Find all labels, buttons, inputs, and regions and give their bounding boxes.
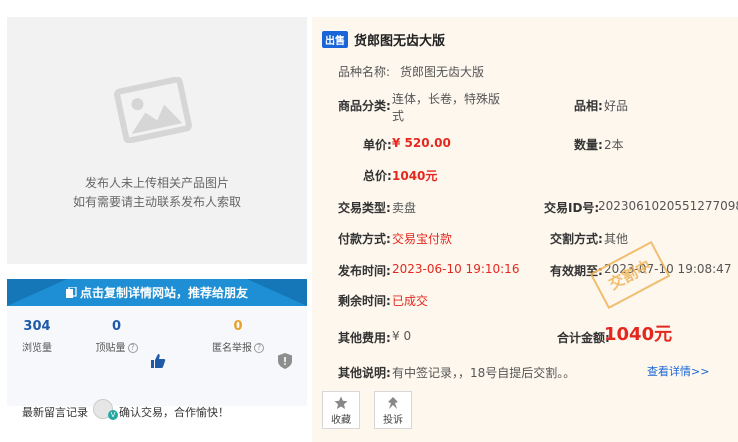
category-value-continued: 式 — [392, 109, 405, 123]
delivery-label: 交割方式: — [550, 232, 603, 246]
verified-badge-icon: V — [108, 410, 118, 420]
contact-seller-text: 如有需要请主动联系发布人索取 — [72, 195, 241, 209]
payment-value: 交易宝付款 — [392, 232, 453, 246]
likes-label: 顶贴量 — [95, 343, 126, 354]
left-panel: 发布人未上传相关产品图片 如有需要请主动联系发布人索取 点击复制详情网站，推荐给… — [7, 17, 307, 420]
reports-stat: 0 匿名举报? — [210, 319, 266, 354]
quality-value: 好品 — [604, 99, 629, 113]
delivering-stamp: 交割中 — [589, 240, 671, 310]
note-label: 其他说明: — [338, 366, 391, 380]
total-value: 1040元 — [392, 169, 438, 183]
sum-label: 合计金额: — [557, 331, 610, 345]
reports-label: 匿名举报 — [212, 343, 252, 354]
quantity-value: 2本 — [604, 138, 624, 152]
payment-label: 付款方式: — [338, 232, 391, 246]
listing-title: 货郎图无齿大版 — [354, 34, 446, 49]
remaining-time-value: 已成交 — [392, 294, 429, 308]
reports-count: 0 — [233, 319, 243, 334]
help-icon[interactable]: ? — [127, 343, 138, 353]
thumbs-up-icon[interactable] — [150, 353, 166, 369]
complain-label: 投诉 — [383, 415, 403, 426]
likes-stat: 0 顶贴量? — [94, 319, 139, 354]
likes-count: 0 — [111, 319, 122, 334]
total-label: 总价: — [363, 169, 392, 183]
no-photo-text: 发布人未上传相关产品图片 — [84, 176, 229, 190]
variety-value: 货郎图无齿大版 — [400, 65, 485, 79]
sale-tag: 出售 — [322, 31, 348, 48]
view-details-link[interactable]: 查看详情>> — [647, 363, 709, 379]
category-value: 连体，长卷，特殊版 — [392, 92, 501, 106]
favorite-label: 收藏 — [331, 415, 351, 426]
other-fee-value: ¥ 0 — [392, 329, 412, 343]
quantity-label: 数量: — [574, 138, 603, 152]
complain-button[interactable]: 投诉 — [374, 391, 412, 429]
note-value: 有中签记录，，18号自提后交割。。 — [392, 366, 576, 380]
shield-icon[interactable] — [278, 353, 292, 369]
quality-label: 品相: — [574, 99, 603, 113]
trade-id-value: 2023061020551277098 — [598, 199, 738, 213]
remaining-time-label: 剩余时间: — [338, 294, 391, 308]
star-icon — [334, 396, 348, 409]
category-label: 商品分类: — [338, 99, 391, 113]
unit-price-label: 单价: — [363, 138, 392, 152]
latest-message-text: 确认交易，合作愉快！ — [119, 406, 229, 419]
trade-type-label: 交易类型: — [338, 201, 391, 215]
publish-time-label: 发布时间: — [338, 264, 391, 278]
delivery-value: 其他 — [604, 232, 629, 246]
copy-icon — [65, 287, 77, 298]
views-count: 304 — [23, 319, 51, 334]
views-stat: 304 浏览量 — [21, 319, 53, 354]
listing-title-row: 出售 货郎图无齿大版 — [322, 30, 445, 49]
listing-details-panel: 出售 货郎图无齿大版 品种名称: 货郎图无齿大版 商品分类: 连体，长卷，特殊版… — [312, 17, 738, 442]
unit-price-value: ¥ 520.00 — [392, 136, 451, 150]
views-label: 浏览量 — [22, 343, 52, 354]
trade-type-value: 卖盘 — [392, 201, 417, 215]
sum-value: 1040元 — [604, 324, 673, 345]
publish-time-value: 2023-06-10 19:10:16 — [392, 262, 520, 276]
share-label: 点击复制详情网站，推荐给朋友 — [79, 286, 248, 300]
variety-label: 品种名称: — [338, 65, 391, 79]
help-icon[interactable]: ? — [254, 343, 264, 353]
other-fee-label: 其他费用: — [338, 331, 391, 345]
favorite-button[interactable]: 收藏 — [322, 391, 360, 429]
complain-icon — [388, 397, 398, 409]
image-placeholder-icon — [114, 77, 192, 143]
product-photo-placeholder: 发布人未上传相关产品图片 如有需要请主动联系发布人索取 — [7, 17, 307, 264]
trade-id-label: 交易ID号: — [544, 201, 600, 215]
stats-panel: 304 浏览量 0 顶贴量? 0 匿名举报? 最新留言记录 V 确认交易，合作愉… — [7, 306, 307, 420]
copy-share-link-button[interactable]: 点击复制详情网站，推荐给朋友 — [7, 279, 307, 306]
latest-message-label: 最新留言记录 — [22, 406, 88, 419]
